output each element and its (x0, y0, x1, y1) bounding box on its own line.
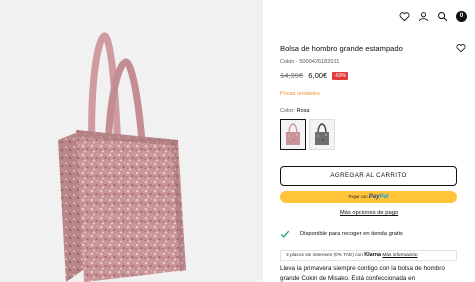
color-value: Rosa (296, 108, 310, 114)
color-swatch-rosa[interactable] (280, 119, 306, 150)
pickup-info: Disponible para recoger en tienda gratis (280, 229, 403, 239)
color-label: Color: Rosa (280, 108, 310, 114)
paypal-prefix: Pagar con (348, 194, 368, 199)
wishlist-heart-icon[interactable] (456, 43, 466, 53)
heart-icon[interactable] (399, 11, 410, 22)
discount-badge: -60% (332, 71, 348, 80)
swatch-bag-image-gris (315, 123, 329, 145)
add-to-cart-button[interactable]: AGREGAR AL CARRITO (280, 166, 457, 186)
product-reference: Cokin - 5000426182011 (280, 59, 340, 65)
swatch-bag-image-rosa (286, 123, 300, 145)
pickup-text: Disponible para recoger en tienda gratis (300, 231, 403, 237)
user-icon[interactable] (418, 11, 429, 22)
color-label-text: Color: (280, 108, 295, 114)
product-image (58, 32, 186, 282)
price-block: 14,99€ 6,00€ -60% (280, 71, 348, 80)
klarna-banner: 3 plazos sin intereses (0% TAE) con Klar… (280, 250, 457, 261)
checkmark-icon (280, 230, 290, 238)
old-price: 14,99€ (280, 71, 304, 80)
more-payment-options: Más opciones de pago (263, 210, 475, 216)
product-description: Lleva la primavera siempre contigo con l… (280, 265, 445, 282)
color-swatch-gris[interactable] (309, 119, 335, 150)
paypal-logo: PayPal (369, 194, 389, 200)
stock-status: Pocas unidades (280, 91, 320, 97)
klarna-text: 3 plazos sin intereses (0% TAE) con (286, 253, 363, 258)
more-payment-link[interactable]: Más opciones de pago (340, 210, 398, 216)
klarna-logo: Klarna (364, 252, 381, 258)
paypal-button[interactable]: Pagar con PayPal (280, 191, 457, 203)
paypal-brand-pal: Pal (379, 194, 389, 200)
product-details-panel: 0 Bolsa de hombro grande estampado Cokin… (263, 0, 475, 282)
header-icons: 0 (399, 11, 467, 22)
klarna-more-info-link[interactable]: Más información (382, 253, 417, 258)
product-gallery[interactable] (0, 0, 263, 282)
current-price: 6,00€ (308, 71, 328, 80)
product-title: Bolsa de hombro grande estampado (280, 44, 403, 53)
paypal-brand-pay: Pay (368, 194, 380, 200)
cart-icon[interactable]: 0 (456, 11, 467, 22)
search-icon[interactable] (437, 11, 448, 22)
